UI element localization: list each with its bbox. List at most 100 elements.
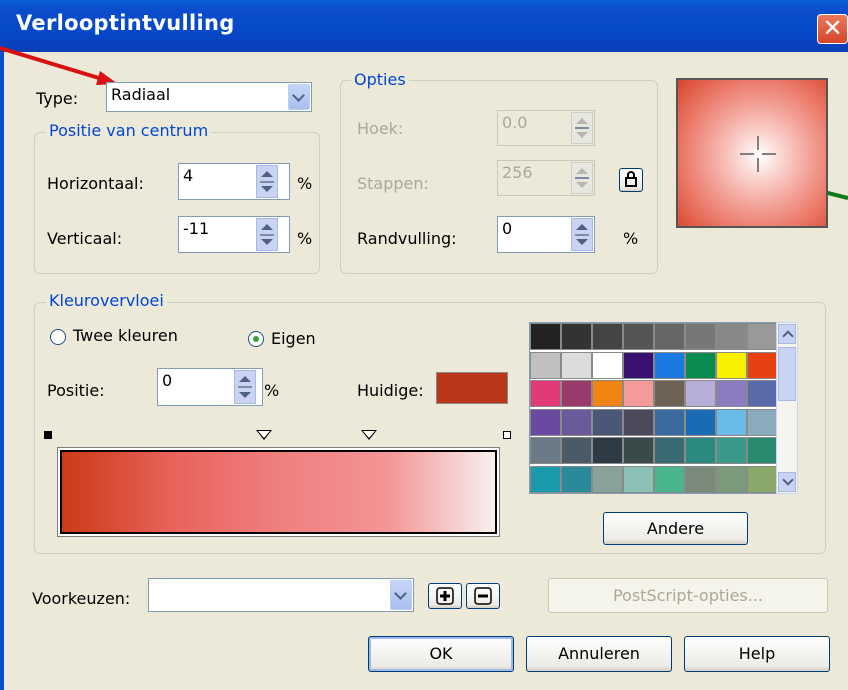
gradient-start-marker[interactable] bbox=[44, 431, 52, 439]
palette-swatch[interactable] bbox=[685, 351, 716, 379]
gradient-midpoint-marker[interactable] bbox=[256, 430, 272, 440]
palette-swatch[interactable] bbox=[561, 465, 592, 493]
gradient-end-marker[interactable] bbox=[503, 431, 511, 439]
gradient-preview[interactable] bbox=[676, 78, 828, 228]
palette-swatch[interactable] bbox=[654, 323, 685, 350]
gradient-midpoint-marker[interactable] bbox=[361, 430, 377, 440]
palette-swatch[interactable] bbox=[716, 380, 747, 407]
positie-spinner[interactable] bbox=[234, 370, 256, 404]
scroll-down-button[interactable] bbox=[778, 472, 796, 492]
palette-swatch[interactable] bbox=[654, 437, 685, 464]
andere-button[interactable]: Andere bbox=[603, 512, 748, 545]
postscript-opties-button[interactable]: PostScript-opties... bbox=[548, 578, 828, 613]
close-button[interactable]: ✕ bbox=[817, 14, 848, 44]
verticaal-spinner[interactable] bbox=[256, 218, 278, 251]
randvulling-spinner[interactable] bbox=[571, 218, 593, 251]
stappen-spinner[interactable] bbox=[571, 162, 593, 194]
palette-scrollbar[interactable] bbox=[776, 322, 798, 494]
palette-swatch[interactable] bbox=[654, 380, 685, 407]
hoek-spinner[interactable] bbox=[571, 112, 593, 144]
positie-label: Positie: bbox=[47, 381, 105, 400]
palette-swatch[interactable] bbox=[530, 380, 561, 407]
palette-swatch[interactable] bbox=[592, 380, 623, 407]
hoek-value: 0.0 bbox=[502, 113, 528, 132]
palette-swatch[interactable] bbox=[530, 323, 561, 350]
type-value: Radiaal bbox=[111, 85, 171, 104]
palette-swatch[interactable] bbox=[747, 465, 778, 493]
eigen-radio[interactable] bbox=[248, 331, 264, 347]
lock-icon bbox=[625, 171, 637, 187]
add-preset-button[interactable] bbox=[428, 583, 462, 609]
remove-preset-button[interactable] bbox=[466, 583, 500, 609]
palette-swatch[interactable] bbox=[592, 408, 623, 436]
palette-swatch[interactable] bbox=[561, 323, 592, 350]
type-dropdown-button[interactable] bbox=[288, 84, 310, 110]
verticaal-label: Verticaal: bbox=[47, 229, 123, 248]
palette-swatch[interactable] bbox=[685, 408, 716, 436]
palette-swatch[interactable] bbox=[654, 465, 685, 493]
palette-swatch[interactable] bbox=[561, 380, 592, 407]
palette-swatch[interactable] bbox=[530, 437, 561, 464]
voorkeuzen-dropdown-button[interactable] bbox=[390, 580, 412, 610]
palette-swatch[interactable] bbox=[623, 380, 654, 407]
palette-swatch[interactable] bbox=[685, 437, 716, 464]
palette-swatch[interactable] bbox=[654, 351, 685, 379]
randvulling-label: Randvulling: bbox=[357, 229, 457, 248]
palette-swatch[interactable] bbox=[716, 437, 747, 464]
gradient-bar[interactable] bbox=[60, 450, 497, 534]
palette-swatch[interactable] bbox=[623, 437, 654, 464]
eigen-label[interactable]: Eigen bbox=[271, 329, 316, 348]
scroll-up-button[interactable] bbox=[778, 324, 796, 344]
annuleren-button[interactable]: Annuleren bbox=[526, 636, 672, 672]
scroll-thumb[interactable] bbox=[778, 347, 796, 401]
horizontaal-unit: % bbox=[297, 174, 313, 193]
palette-swatch[interactable] bbox=[654, 408, 685, 436]
palette-swatch[interactable] bbox=[716, 351, 747, 379]
palette-swatch[interactable] bbox=[747, 323, 778, 350]
palette-swatch[interactable] bbox=[716, 465, 747, 493]
palette-swatch[interactable] bbox=[530, 465, 561, 493]
crosshair-icon bbox=[740, 136, 776, 172]
lock-button[interactable] bbox=[619, 168, 643, 192]
huidige-color-swatch[interactable] bbox=[436, 372, 508, 404]
palette-swatch[interactable] bbox=[592, 323, 623, 350]
palette-swatch[interactable] bbox=[623, 408, 654, 436]
chevron-down-icon bbox=[292, 89, 305, 102]
palette-swatch[interactable] bbox=[716, 408, 747, 436]
palette-swatch[interactable] bbox=[623, 465, 654, 493]
voorkeuzen-dropdown[interactable] bbox=[148, 578, 414, 612]
palette-swatch[interactable] bbox=[685, 323, 716, 350]
palette-swatch[interactable] bbox=[623, 351, 654, 379]
palette-swatch[interactable] bbox=[592, 465, 623, 493]
color-palette[interactable] bbox=[529, 322, 778, 494]
palette-swatch[interactable] bbox=[747, 408, 778, 436]
help-button[interactable]: Help bbox=[684, 636, 830, 672]
palette-swatch[interactable] bbox=[530, 351, 561, 379]
palette-swatch[interactable] bbox=[685, 380, 716, 407]
palette-swatch[interactable] bbox=[561, 437, 592, 464]
palette-swatch[interactable] bbox=[623, 323, 654, 350]
type-dropdown[interactable]: Radiaal bbox=[106, 82, 312, 112]
palette-swatch[interactable] bbox=[561, 408, 592, 436]
verticaal-unit: % bbox=[297, 229, 313, 248]
horizontaal-value: 4 bbox=[183, 166, 194, 185]
palette-swatch[interactable] bbox=[685, 465, 716, 493]
palette-swatch[interactable] bbox=[592, 437, 623, 464]
ok-button[interactable]: OK bbox=[368, 636, 514, 672]
verticaal-value: -11 bbox=[183, 219, 210, 238]
palette-swatch[interactable] bbox=[747, 380, 778, 407]
palette-swatch[interactable] bbox=[716, 323, 747, 350]
twee-kleuren-label[interactable]: Twee kleuren bbox=[73, 326, 178, 345]
hoek-label: Hoek: bbox=[357, 119, 404, 138]
twee-kleuren-radio[interactable] bbox=[50, 329, 66, 345]
positie-centrum-legend: Positie van centrum bbox=[46, 121, 212, 140]
voorkeuzen-label: Voorkeuzen: bbox=[32, 589, 131, 608]
palette-swatch[interactable] bbox=[747, 351, 778, 379]
palette-swatch[interactable] bbox=[561, 351, 592, 379]
palette-swatch[interactable] bbox=[747, 437, 778, 464]
palette-swatch[interactable] bbox=[592, 351, 623, 379]
horizontaal-spinner[interactable] bbox=[256, 165, 278, 198]
chevron-down-icon bbox=[782, 474, 794, 486]
palette-swatch[interactable] bbox=[530, 408, 561, 436]
minus-icon bbox=[474, 587, 492, 605]
